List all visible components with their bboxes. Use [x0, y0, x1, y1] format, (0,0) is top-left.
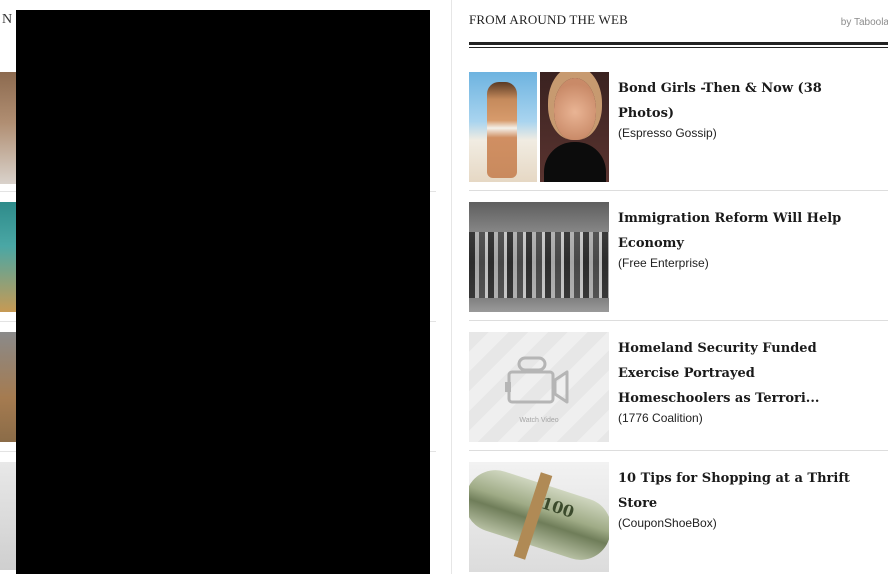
watch-video-label: Watch Video — [519, 417, 559, 424]
left-thumbnail[interactable] — [0, 332, 16, 442]
recommendation-item[interactable]: 100 10 Tips for Shopping at a Thrift Sto… — [469, 462, 888, 572]
item-thumbnail[interactable]: Watch Video — [469, 332, 609, 442]
widget-attribution-link[interactable]: by Taboola — [841, 17, 888, 28]
photo-panel — [540, 72, 609, 182]
divider — [469, 450, 888, 451]
item-source: (CouponShoeBox) — [618, 516, 717, 530]
item-source: (Espresso Gossip) — [618, 126, 717, 140]
item-thumbnail[interactable] — [469, 72, 609, 182]
item-source: (Free Enterprise) — [618, 256, 709, 270]
left-thumbnail[interactable] — [0, 72, 16, 184]
item-thumbnail[interactable]: 100 — [469, 462, 609, 572]
video-camera-icon — [505, 356, 569, 404]
photo-panel — [469, 72, 537, 182]
left-article-column: N — [0, 0, 440, 574]
widget-title: FROM AROUND THE WEB — [469, 12, 628, 27]
recommendation-item[interactable]: Immigration Reform Will Help Economy (Fr… — [469, 202, 888, 312]
left-thumbnail[interactable] — [0, 202, 16, 312]
recommendation-widget: FROM AROUND THE WEB by Taboola Bond Girl… — [451, 0, 888, 574]
redaction-overlay — [16, 10, 430, 574]
divider — [469, 320, 888, 321]
left-column-heading: N — [2, 12, 13, 27]
recommendation-item[interactable]: Bond Girls -Then & Now (38 Photos) (Espr… — [469, 72, 888, 182]
header-rule — [469, 47, 888, 48]
item-thumbnail[interactable] — [469, 202, 609, 312]
item-title-link[interactable]: Immigration Reform Will Help Economy — [618, 206, 858, 256]
left-thumbnail[interactable] — [0, 462, 16, 570]
item-title-link[interactable]: 10 Tips for Shopping at a Thrift Store — [618, 466, 858, 516]
item-title-link[interactable]: Bond Girls -Then & Now (38 Photos) — [618, 76, 858, 126]
item-source: (1776 Coalition) — [618, 411, 703, 425]
item-title-link[interactable]: Homeland Security Funded Exercise Portra… — [618, 336, 858, 411]
header-rule — [469, 42, 888, 45]
recommendation-item[interactable]: Watch Video Homeland Security Funded Exe… — [469, 332, 888, 442]
divider — [469, 190, 888, 191]
